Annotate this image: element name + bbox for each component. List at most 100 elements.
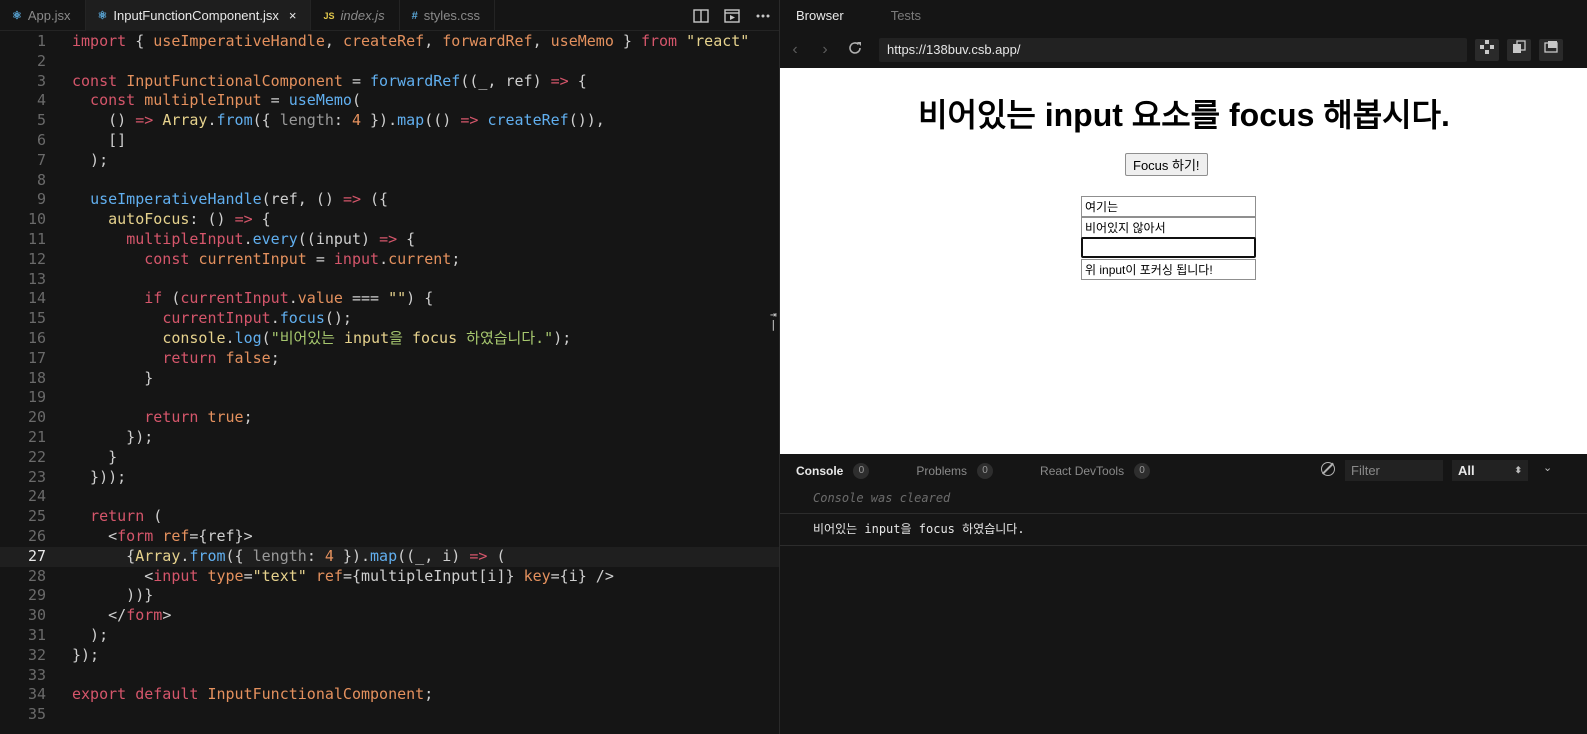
line-number: 15 [27,309,46,328]
resize-handle-icon[interactable]: ⇥ | [770,309,777,330]
text-input-2[interactable] [1081,217,1256,238]
code-line: 6 [] [0,131,779,151]
line-number: 5 [36,111,46,130]
code-line: 15 currentInput.focus(); [0,309,779,329]
line-number: 4 [36,91,46,110]
preview-icon[interactable] [723,8,740,23]
tab-console[interactable]: Console 0 [796,463,870,479]
text-input-3[interactable] [1081,237,1256,258]
page-heading: 비어있는 input 요소를 focus 해봅시다. [918,97,1450,133]
editor-actions [692,0,771,31]
tab-label: styles.css [423,8,481,23]
url-field[interactable]: https://138buv.csb.app/ [879,38,1467,62]
line-number: 21 [27,427,46,446]
code-line: 17 return false; [0,349,779,369]
text-input-4[interactable] [1081,259,1256,280]
line-number: 6 [36,130,46,149]
tab-index-js[interactable]: JS index.js [311,0,400,31]
preview-tab-bar: Browser Tests [780,0,1587,31]
devtools-icon[interactable] [1475,39,1499,61]
code-line: 34 export default InputFunctionalComponen… [0,685,779,705]
tab-problems[interactable]: Problems 0 [916,463,994,479]
tab-label: Problems [916,464,968,478]
count-badge: 0 [977,463,994,479]
code-editor[interactable]: ⚛ App.jsx ⚛ InputFunctionComponent.jsx ×… [0,0,779,734]
tab-tests[interactable]: Tests [891,8,921,23]
code-text: return true; [144,408,253,427]
code-line: 18 } [0,369,779,389]
tab-react-devtools[interactable]: React DevTools 0 [1040,463,1151,479]
code-text: }); [72,645,100,664]
copy-icon[interactable] [1507,39,1531,61]
code-line: 11 multipleInput.every((input) => { [0,230,779,250]
code-text: } [72,447,118,466]
code-text: <form ref={ref}> [72,526,253,545]
clear-console-icon[interactable] [1321,462,1335,476]
focus-button[interactable]: Focus 하기! [1125,153,1208,176]
tab-input-function-component[interactable]: ⚛ InputFunctionComponent.jsx × [85,0,312,31]
tab-label: App.jsx [27,8,71,23]
close-icon[interactable]: × [289,8,297,23]
code-text: ); [72,150,109,169]
tab-browser[interactable]: Browser [796,8,844,23]
react-icon: ⚛ [12,10,22,22]
code-line: 14 if (currentInput.value === "") { [0,289,779,309]
code-line: 25 return ( [0,507,779,527]
line-number: 25 [27,507,46,526]
tab-label: Console [796,464,844,478]
more-icon[interactable] [754,9,771,23]
console-log-entry: 비어있는 input을 focus 하였습니다. [780,515,1587,546]
preview-pane: Browser Tests ‹ › https://138buv.csb.app… [779,0,1587,734]
count-badge: 0 [1134,463,1151,479]
code-line: 21 }); [0,428,779,448]
react-icon: ⚛ [97,10,108,22]
line-number: 12 [27,249,46,268]
code-text: </form> [72,606,172,625]
code-text: return ( [90,507,163,526]
line-number: 29 [27,586,46,605]
code-text: const currentInput = input.current; [144,249,461,268]
log-level-select[interactable]: All ⬍ [1452,460,1528,481]
chevron-down-icon[interactable]: ⌄ [1543,461,1552,474]
line-number: 9 [36,190,46,209]
line-number: 13 [27,269,46,288]
code-text: })); [72,467,127,486]
code-line: 29 ))} [0,586,779,606]
code-area[interactable]: 1 import { useImperativeHandle, createRef… [0,32,779,734]
code-line-current: 27 {Array.from({ length: 4 }).map((_, i)… [0,546,779,567]
tab-label: React DevTools [1040,464,1125,478]
code-line: 4 const multipleInput = useMemo( [0,91,779,111]
tab-app-jsx[interactable]: ⚛ App.jsx [0,0,86,31]
refresh-icon[interactable] [840,40,870,61]
tab-label: InputFunctionComponent.jsx [113,8,279,23]
line-number: 8 [36,170,46,189]
code-text: if (currentInput.value === "") { [144,289,434,308]
line-number: 11 [27,229,46,248]
split-editor-icon[interactable] [692,8,709,23]
line-number: 30 [27,606,46,625]
code-line: 1 import { useImperativeHandle, createRef… [0,32,779,52]
back-icon[interactable]: ‹ [780,41,810,59]
code-line: 9 useImperativeHandle(ref, () => ({ [0,190,779,210]
code-line: 20 return true; [0,408,779,428]
code-text: () => Array.from({ length: 4 }).map(() =… [72,111,605,130]
code-text: multipleInput.every((input) => { [126,229,416,248]
code-text: return false; [162,348,280,367]
tab-styles-css[interactable]: # styles.css [400,0,496,31]
code-line: 26 <form ref={ref}> [0,527,779,547]
line-number: 23 [27,467,46,486]
filter-input[interactable] [1345,460,1443,481]
line-number: 2 [36,51,46,70]
line-number: 1 [36,32,46,50]
code-line: 23 })); [0,468,779,488]
text-input-1[interactable] [1081,196,1256,217]
code-line: 19 [0,388,779,408]
select-arrows-icon: ⬍ [1514,465,1522,475]
code-text: <input type="text" ref={multipleInput[i]… [72,566,614,585]
code-line: 13 [0,270,779,290]
forward-icon[interactable]: › [810,41,840,59]
open-in-window-icon[interactable] [1539,39,1563,61]
code-line: 24 [0,487,779,507]
line-number: 28 [27,566,46,585]
code-text: autoFocus: () => { [108,210,271,229]
